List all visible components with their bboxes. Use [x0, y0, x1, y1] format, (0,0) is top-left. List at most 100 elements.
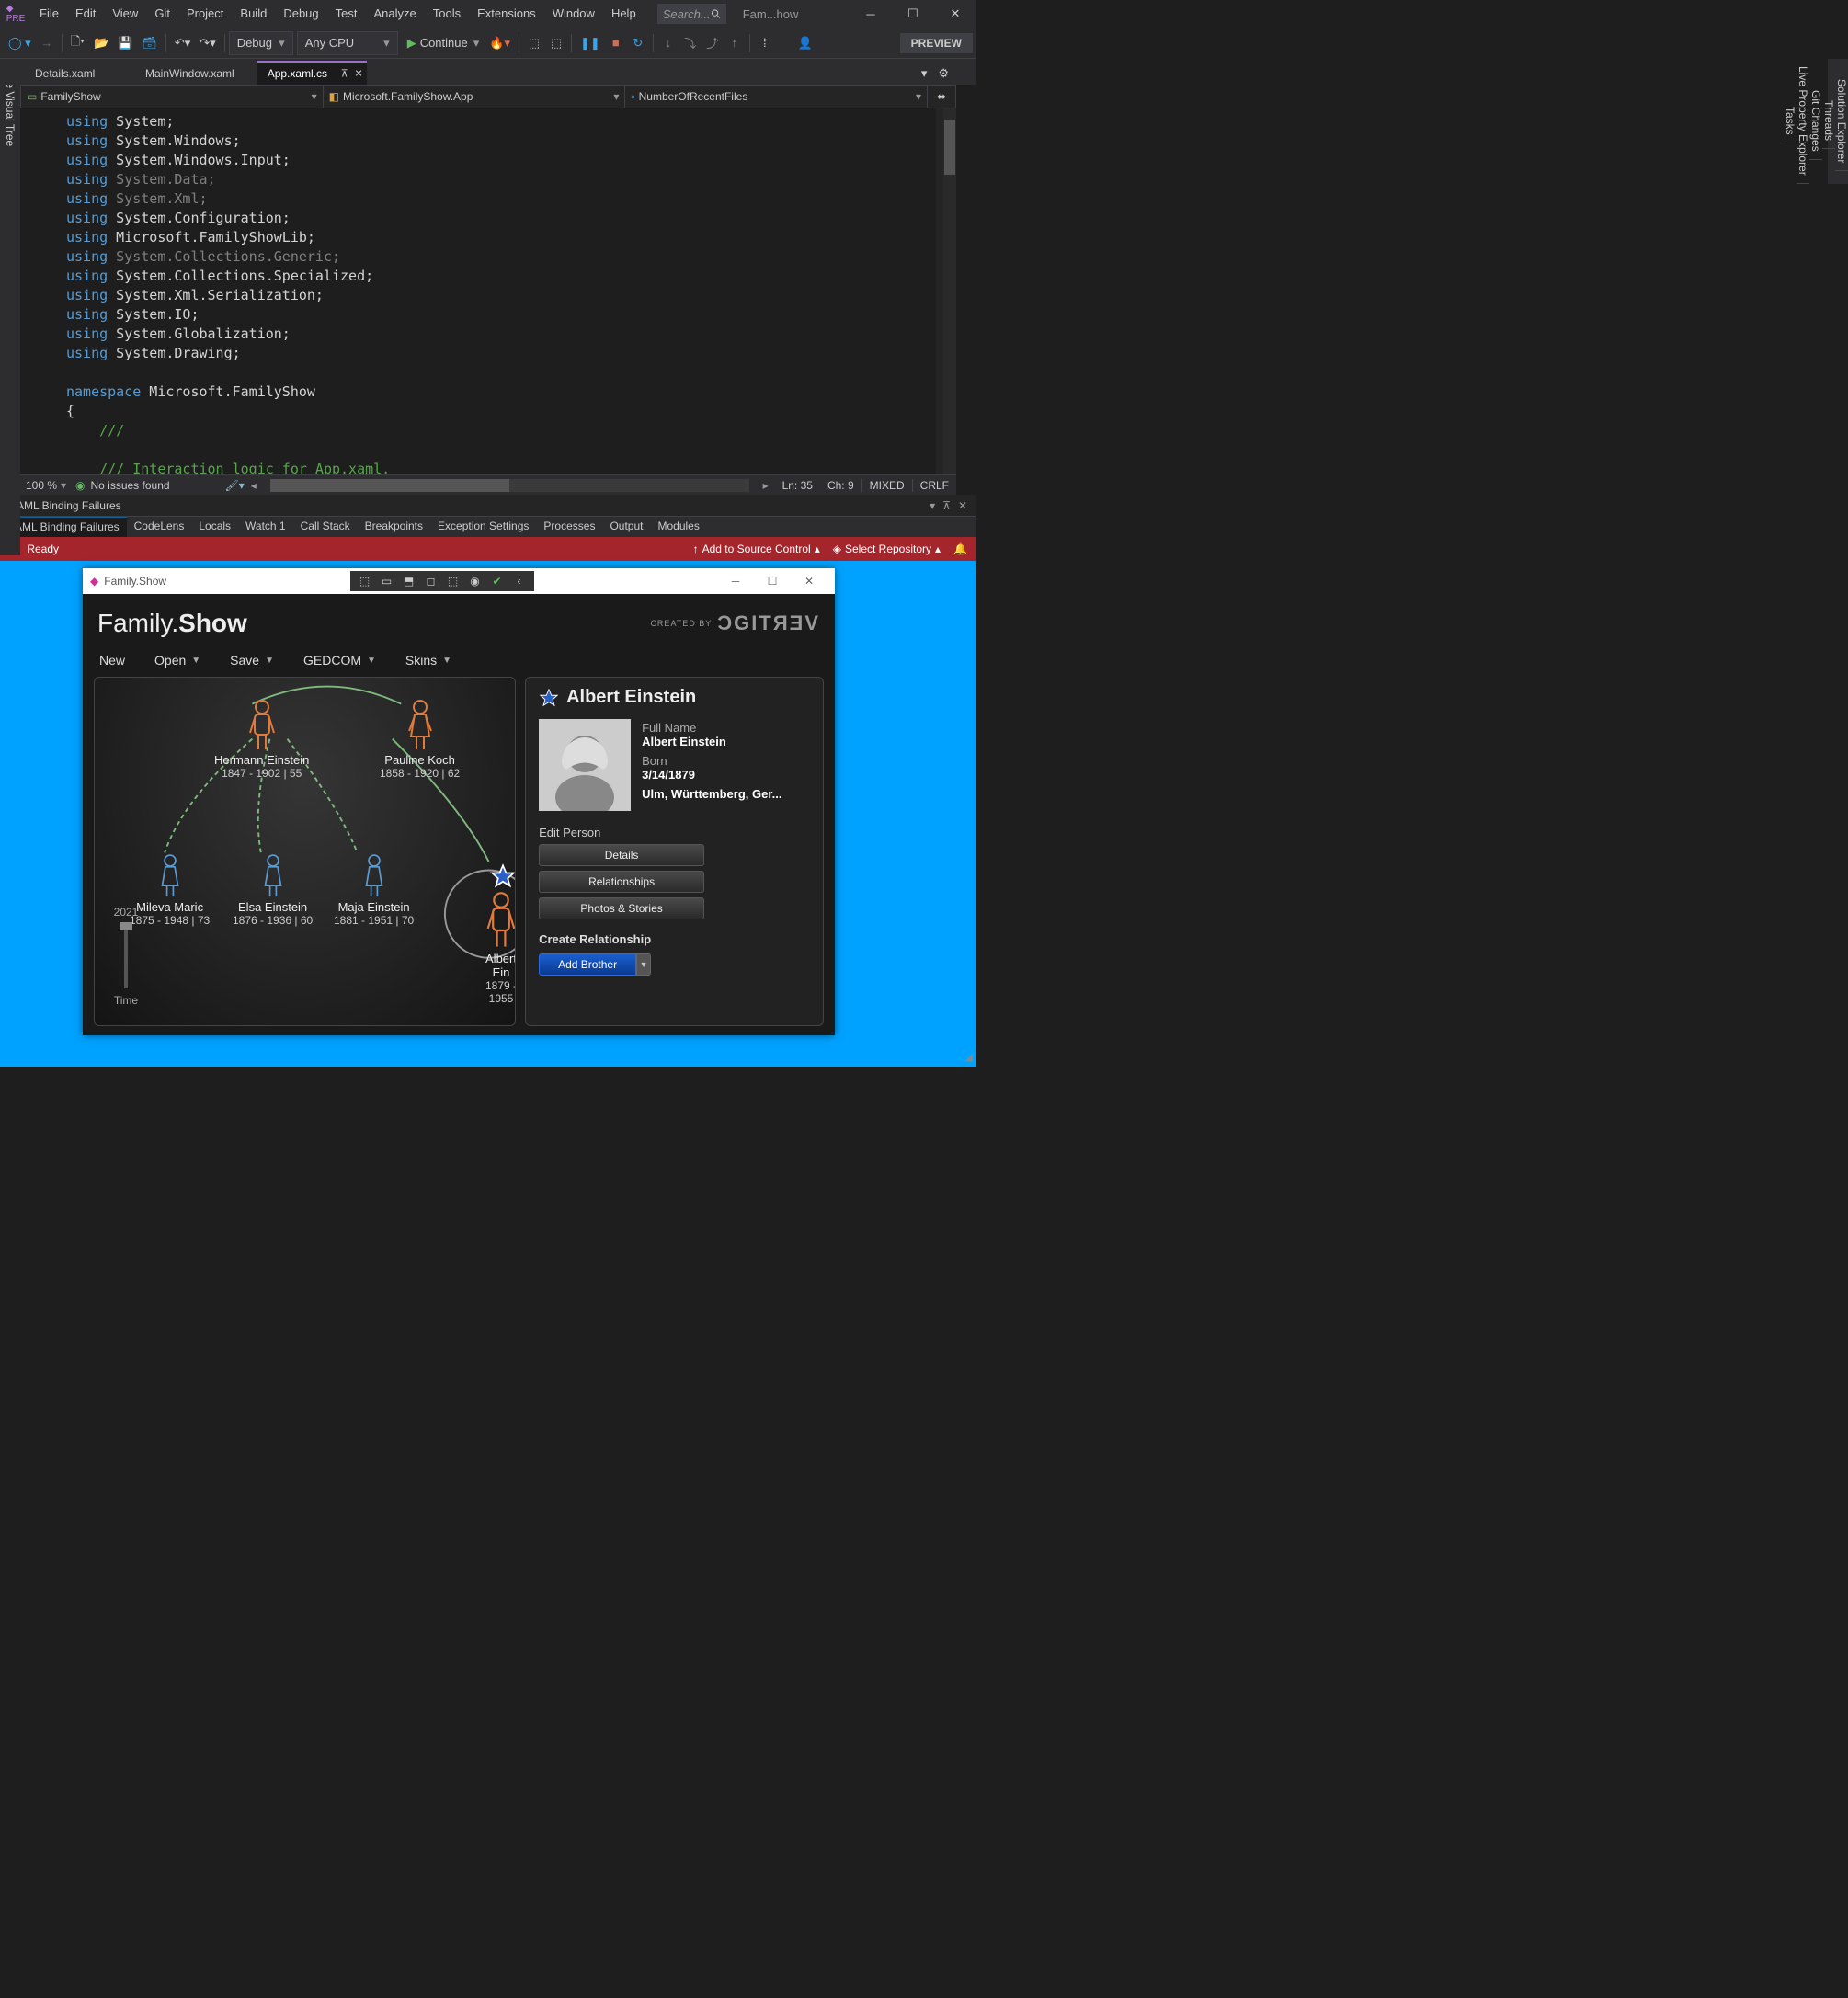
photos-stories-button[interactable]: Photos & Stories [539, 897, 704, 919]
menu-window[interactable]: Window [544, 0, 603, 28]
pin-icon[interactable]: ⊼ [341, 68, 348, 80]
open-file-button[interactable]: 📂 [90, 32, 112, 54]
preview-button[interactable]: PREVIEW [900, 33, 973, 53]
menu-edit[interactable]: Edit [67, 0, 104, 28]
minimize-button[interactable]: ─ [850, 0, 892, 28]
dbg-icon-3[interactable]: ⬒ [398, 572, 420, 590]
add-dropdown-icon[interactable]: ▼ [636, 953, 651, 976]
menu-test[interactable]: Test [327, 0, 366, 28]
dbg-icon-1[interactable]: ⬚ [354, 572, 376, 590]
hot-reload-button[interactable]: 🔥▾ [485, 32, 514, 54]
step-over-button[interactable]: ⤵ [680, 32, 701, 54]
mode-indicator[interactable]: MIXED [861, 479, 912, 492]
close-button[interactable]: ✕ [934, 0, 976, 28]
add-brother-button[interactable]: Add Brother▼ [539, 953, 651, 976]
issues-indicator[interactable]: ◉No issues found [75, 479, 170, 492]
redo-button[interactable]: ↷▾ [196, 32, 219, 54]
tab-mainwindow-xaml[interactable]: MainWindow.xaml [134, 62, 257, 85]
menu-skins[interactable]: Skins▼ [405, 653, 451, 668]
person-photo[interactable] [539, 719, 631, 811]
config-combo[interactable]: Debug▾ [229, 31, 293, 55]
solution-explorer-tab[interactable]: Solution Explorer [1835, 72, 1848, 171]
zoom-dropdown[interactable]: 100 %▾ [20, 479, 75, 492]
split-view-button[interactable]: ⬌ [928, 86, 955, 108]
family-tree-view[interactable]: Hermann Einstein1847 - 1902 | 55 Pauline… [94, 677, 516, 1026]
menu-open[interactable]: Open▼ [154, 653, 200, 668]
person-sister[interactable]: Maja Einstein1881 - 1951 | 70 [334, 852, 414, 927]
dbg-collapse[interactable]: ‹ [508, 572, 530, 590]
nav-back-button[interactable]: ◯ ▾ [5, 32, 35, 54]
person-selected[interactable]: Albert Ein1879 - 1955 [481, 889, 516, 1005]
menu-file[interactable]: File [31, 0, 67, 28]
save-all-button[interactable]: 🗃 [138, 32, 161, 54]
dbg-icon-2[interactable]: ▭ [376, 572, 398, 590]
hscroll-left[interactable]: ◂ [245, 479, 263, 492]
add-source-control-button[interactable]: ↑ Add to Source Control ▴ [693, 542, 820, 555]
debug-tool1[interactable]: ⬚ [524, 32, 544, 54]
code-editor[interactable]: using System; using System.Windows; usin… [20, 108, 956, 474]
live-visual-tree-tab[interactable]: Live Visual Tree [0, 59, 20, 555]
git-changes-tab[interactable]: Git Changes [1809, 83, 1822, 160]
class-dropdown[interactable]: ◧Microsoft.FamilyShow.App▾ [324, 86, 626, 108]
panel-close-icon[interactable]: ✕ [958, 499, 967, 512]
menu-analyze[interactable]: Analyze [365, 0, 424, 28]
menu-git[interactable]: Git [146, 0, 178, 28]
tab-overflow-button[interactable]: ▾ [916, 63, 933, 85]
feedback-button[interactable]: 👤 [794, 32, 816, 54]
menu-new[interactable]: New [99, 653, 125, 668]
dbg-icon-7[interactable]: ✔ [486, 572, 508, 590]
close-icon[interactable]: ✕ [354, 68, 362, 80]
menu-gedcom[interactable]: GEDCOM▼ [303, 653, 376, 668]
bottom-tab[interactable]: Processes [536, 517, 602, 537]
tab-app-xaml-cs[interactable]: App.xaml.cs⊼✕ [257, 61, 367, 85]
tasks-tab[interactable]: Tasks [1784, 99, 1797, 143]
live-property-explorer-tab[interactable]: Live Property Explorer [1797, 59, 1809, 184]
save-button[interactable]: 💾 [114, 32, 136, 54]
dbg-icon-4[interactable]: ◻ [420, 572, 442, 590]
resize-grip-icon[interactable]: ◢ [965, 1051, 973, 1063]
person-wife2[interactable]: Elsa Einstein1876 - 1936 | 60 [233, 852, 313, 927]
menu-build[interactable]: Build [232, 0, 275, 28]
col-indicator[interactable]: Ch: 9 [820, 479, 861, 492]
nav-fwd-button[interactable]: → [37, 32, 57, 54]
member-dropdown[interactable]: ▫NumberOfRecentFiles▾ [625, 86, 928, 108]
menu-tools[interactable]: Tools [425, 0, 469, 28]
restart-button[interactable]: ↻ [628, 32, 648, 54]
select-repo-button[interactable]: ◈ Select Repository ▴ [833, 542, 941, 555]
hscrollbar[interactable] [270, 479, 749, 492]
bottom-tab[interactable]: CodeLens [127, 517, 192, 537]
app-maximize-button[interactable]: ☐ [754, 568, 791, 594]
dbg-icon-5[interactable]: ⬚ [442, 572, 464, 590]
continue-button[interactable]: ▶ Continue ▾ [402, 36, 485, 51]
step-into-button[interactable]: ↓ [658, 32, 679, 54]
pause-button[interactable]: ❚❚ [576, 32, 604, 54]
line-indicator[interactable]: Ln: 35 [775, 479, 820, 492]
app-close-button[interactable]: ✕ [791, 568, 827, 594]
tab-details-xaml[interactable]: Details.xaml [24, 62, 134, 85]
app-minimize-button[interactable]: ─ [717, 568, 754, 594]
undo-button[interactable]: ↶▾ [171, 32, 194, 54]
menu-save[interactable]: Save▼ [230, 653, 274, 668]
search-box[interactable]: Search... [657, 4, 726, 24]
threads-tab[interactable]: Threads [1822, 93, 1835, 149]
tab-settings-button[interactable]: ⚙ [932, 63, 954, 85]
vscrollbar[interactable] [943, 108, 956, 474]
menu-debug[interactable]: Debug [275, 0, 326, 28]
panel-dropdown-icon[interactable]: ▾ [930, 499, 935, 512]
bottom-tab[interactable]: Call Stack [293, 517, 358, 537]
stop-button[interactable]: ■ [606, 32, 626, 54]
bottom-tab[interactable]: Exception Settings [430, 517, 536, 537]
bottom-tab[interactable]: Locals [191, 517, 238, 537]
relationships-button[interactable]: Relationships [539, 871, 704, 893]
bottom-tab[interactable]: Modules [650, 517, 706, 537]
details-button[interactable]: Details [539, 844, 704, 866]
menu-view[interactable]: View [104, 0, 146, 28]
panel-pin-icon[interactable]: ⊼ [942, 499, 951, 512]
line-ending-indicator[interactable]: CRLF [912, 479, 956, 492]
person-father[interactable]: Hermann Einstein1847 - 1902 | 55 [214, 698, 309, 780]
dbg-icon-6[interactable]: ◉ [464, 572, 486, 590]
menu-help[interactable]: Help [603, 0, 645, 28]
minimap[interactable] [936, 108, 943, 474]
bottom-tab[interactable]: Watch 1 [238, 517, 293, 537]
step-up-button[interactable]: ↑ [724, 32, 745, 54]
